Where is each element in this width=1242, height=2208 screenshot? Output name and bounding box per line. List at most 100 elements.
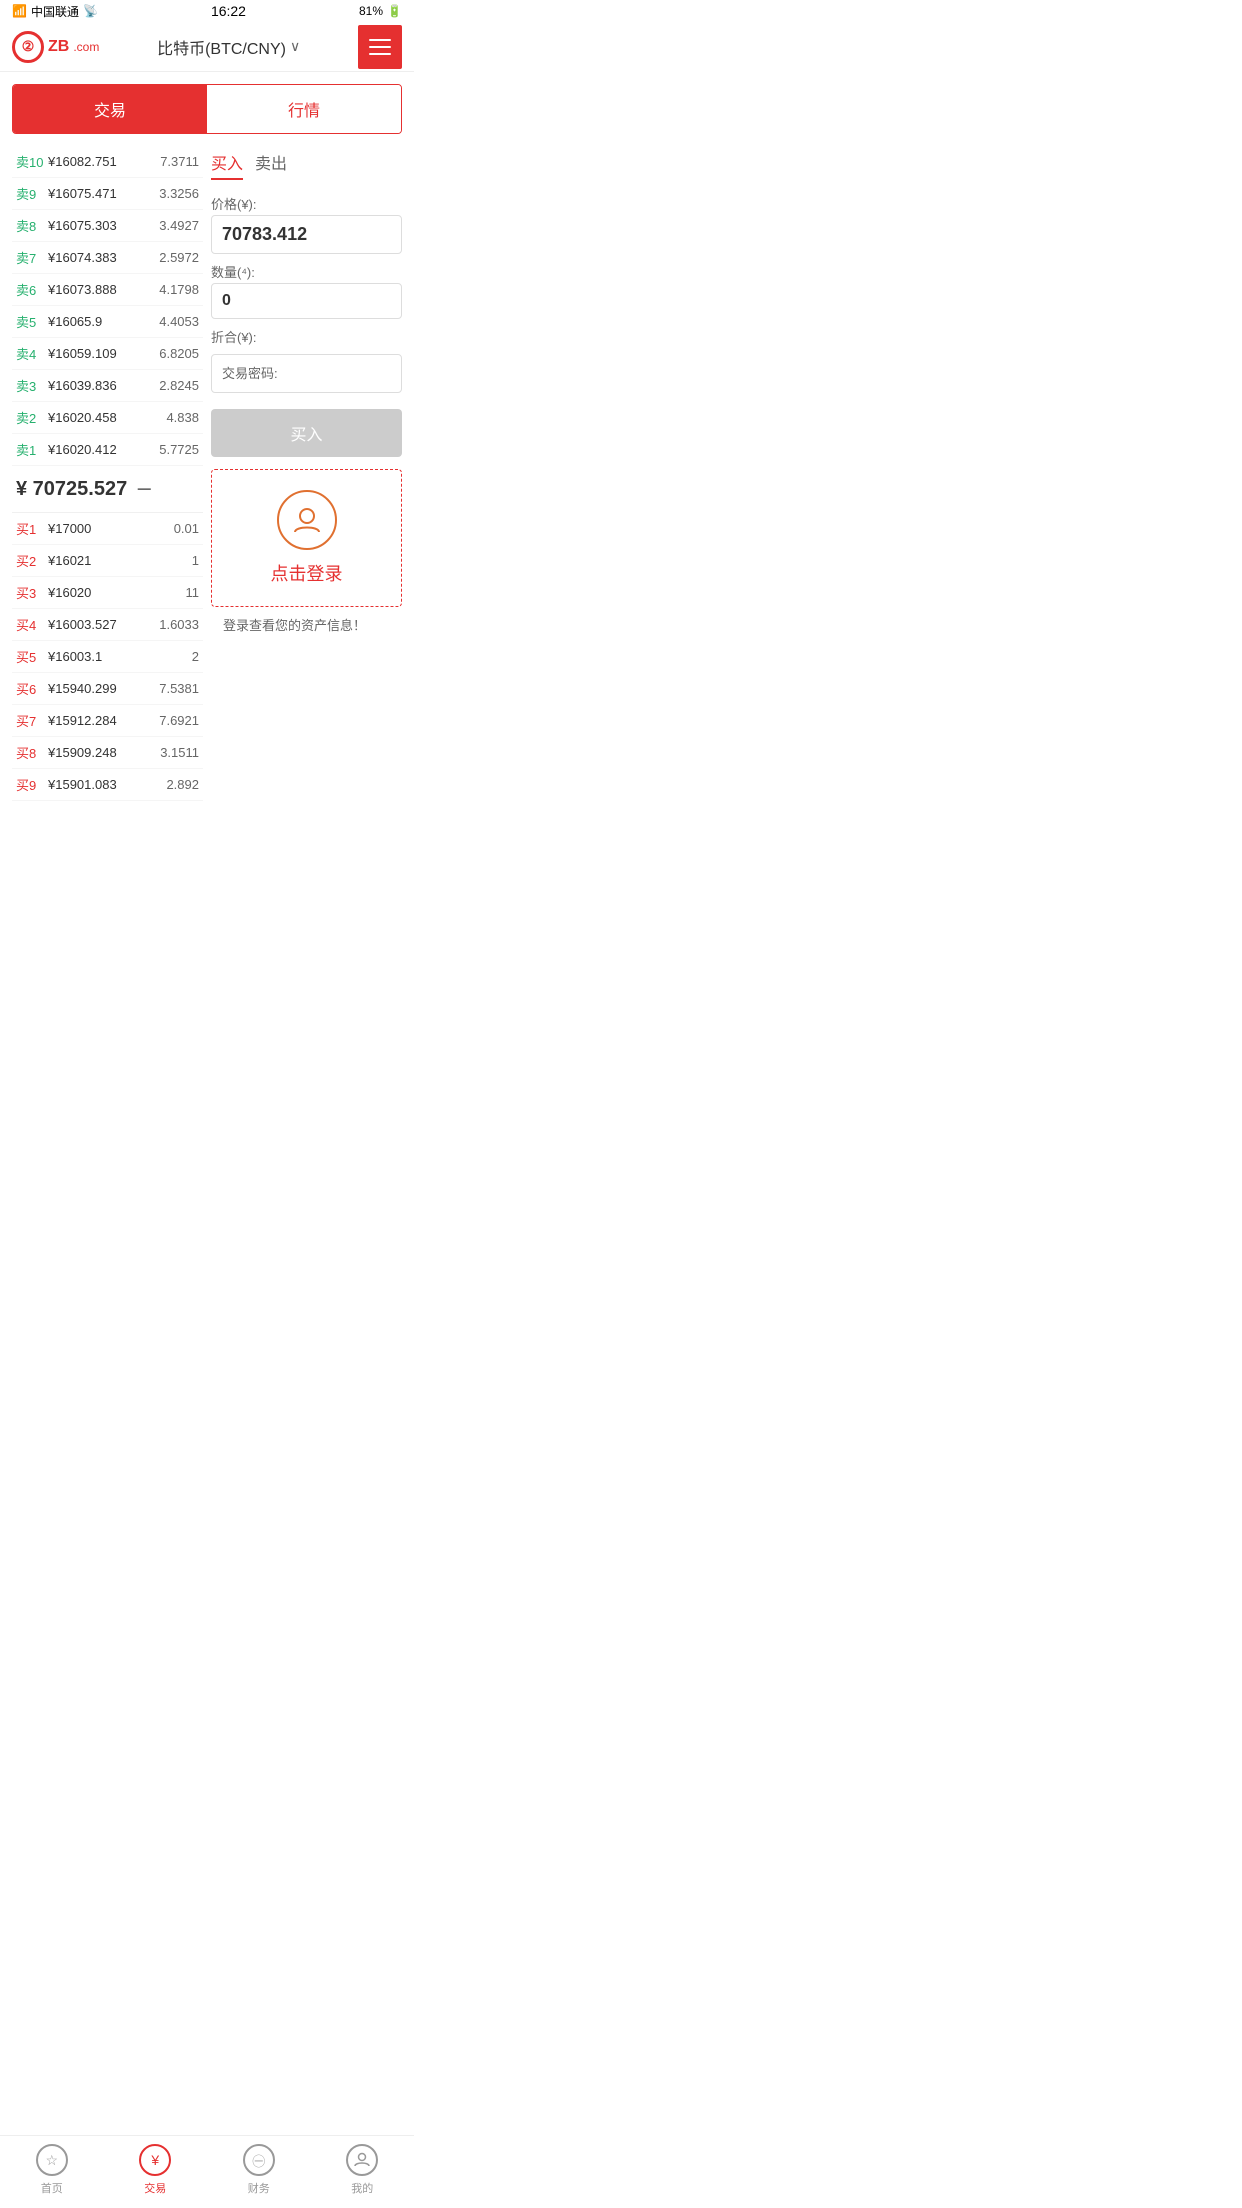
password-input[interactable]: 交易密码: [211, 354, 402, 393]
sell-order-row[interactable]: 卖2 ¥16020.458 4.838 [12, 402, 203, 434]
buy-order-row[interactable]: 买4 ¥16003.527 1.6033 [12, 609, 203, 641]
menu-line-3 [369, 53, 391, 55]
sell-label: 卖8 [16, 216, 44, 235]
buy-order-row[interactable]: 买3 ¥16020 11 [12, 577, 203, 609]
signal-icon: 📶 [12, 4, 27, 18]
home-icon: ☆ [36, 2144, 68, 2176]
sell-label: 卖2 [16, 408, 44, 427]
buy-qty: 7.6921 [159, 713, 199, 728]
buy-label: 买3 [16, 583, 44, 602]
sell-order-row[interactable]: 卖9 ¥16075.471 3.3256 [12, 178, 203, 210]
sell-order-row[interactable]: 卖10 ¥16082.751 7.3711 [12, 146, 203, 178]
price-label: 价格(¥): [211, 194, 402, 213]
password-label: 交易密码: [222, 363, 278, 382]
buy-qty: 0.01 [174, 521, 199, 536]
nav-home-label: 首页 [41, 2180, 63, 2196]
buy-order-row[interactable]: 买7 ¥15912.284 7.6921 [12, 705, 203, 737]
sell-qty: 7.3711 [160, 154, 199, 169]
buy-qty: 7.5381 [159, 681, 199, 696]
buy-qty: 3.1511 [160, 745, 199, 760]
sell-price: ¥16075.303 [44, 218, 159, 233]
price-value: 70783.412 [222, 224, 307, 245]
nav-finance-label: 财务 [248, 2180, 270, 2196]
buy-price: ¥16003.527 [44, 617, 159, 632]
buy-price: ¥17000 [44, 521, 174, 536]
header-title[interactable]: 比特币(BTC/CNY) ∨ [157, 35, 300, 59]
buy-label: 买8 [16, 743, 44, 762]
buy-price: ¥15909.248 [44, 745, 160, 760]
buy-qty: 2.892 [166, 777, 199, 792]
sell-order-row[interactable]: 卖1 ¥16020.412 5.7725 [12, 434, 203, 466]
buy-label: 买1 [16, 519, 44, 538]
main-content: 卖10 ¥16082.751 7.3711 卖9 ¥16075.471 3.32… [0, 146, 414, 801]
order-book: 卖10 ¥16082.751 7.3711 卖9 ¥16075.471 3.32… [12, 146, 203, 801]
logo: ② ZB .com [12, 31, 99, 63]
sell-price: ¥16074.383 [44, 250, 159, 265]
logo-domain: .com [73, 40, 99, 54]
buy-label: 买7 [16, 711, 44, 730]
battery-icon: 🔋 [387, 4, 402, 18]
sell-price: ¥16065.9 [44, 314, 159, 329]
password-field-row: 交易密码: [211, 354, 402, 393]
status-left: 📶 中国联通 📡 [12, 3, 98, 20]
qty-input[interactable]: 0 [211, 283, 402, 319]
sell-orders: 卖10 ¥16082.751 7.3711 卖9 ¥16075.471 3.32… [12, 146, 203, 466]
sell-order-row[interactable]: 卖3 ¥16039.836 2.8245 [12, 370, 203, 402]
buy-price: ¥16021 [44, 553, 192, 568]
price-input[interactable]: 70783.412 [211, 215, 402, 254]
tab-trade[interactable]: 交易 [13, 85, 207, 133]
buy-order-row[interactable]: 买5 ¥16003.1 2 [12, 641, 203, 673]
main-tab-bar: 交易 行情 [12, 84, 402, 134]
buy-order-row[interactable]: 买6 ¥15940.299 7.5381 [12, 673, 203, 705]
sell-label: 卖5 [16, 312, 44, 331]
nav-mine-label: 我的 [351, 2180, 373, 2196]
sell-price: ¥16082.751 [44, 154, 160, 169]
sell-qty: 3.4927 [159, 218, 199, 233]
nav-trade[interactable]: ¥ 交易 [139, 2144, 171, 2196]
nav-mine[interactable]: 我的 [346, 2144, 378, 2196]
sell-tab[interactable]: 卖出 [255, 150, 287, 180]
trade-panel: 买入 卖出 价格(¥): 70783.412 数量(⁴): 0 折合(¥): [211, 146, 402, 801]
sell-order-row[interactable]: 卖6 ¥16073.888 4.1798 [12, 274, 203, 306]
buy-price: ¥16020 [44, 585, 186, 600]
buy-order-row[interactable]: 买1 ¥17000 0.01 [12, 513, 203, 545]
nav-home[interactable]: ☆ 首页 [36, 2144, 68, 2196]
price-field-row: 价格(¥): 70783.412 [211, 194, 402, 254]
status-bar: 📶 中国联通 📡 16:22 81% 🔋 [0, 0, 414, 22]
tab-market[interactable]: 行情 [207, 85, 401, 133]
buy-label: 买9 [16, 775, 44, 794]
menu-button[interactable] [358, 25, 402, 69]
finance-icon: ㊀ [243, 2144, 275, 2176]
login-button[interactable]: 点击登录 [271, 560, 343, 586]
buy-button[interactable]: 买入 [211, 409, 402, 457]
sell-order-row[interactable]: 卖4 ¥16059.109 6.8205 [12, 338, 203, 370]
qty-label: 数量(⁴): [211, 262, 402, 281]
buy-order-row[interactable]: 买2 ¥16021 1 [12, 545, 203, 577]
sell-label: 卖4 [16, 344, 44, 363]
total-label: 折合(¥): [211, 327, 402, 346]
login-prompt[interactable]: 点击登录 [211, 469, 402, 607]
status-right: 81% 🔋 [359, 4, 402, 18]
price-direction-icon: － [135, 476, 153, 502]
buy-qty: 1 [192, 553, 199, 568]
mine-icon [346, 2144, 378, 2176]
bottom-nav: ☆ 首页 ¥ 交易 ㊀ 财务 我的 [0, 2135, 414, 2208]
buy-label: 买2 [16, 551, 44, 570]
buy-order-row[interactable]: 买9 ¥15901.083 2.892 [12, 769, 203, 801]
wifi-icon: 📡 [83, 4, 98, 18]
sell-qty: 4.1798 [159, 282, 199, 297]
buy-tab[interactable]: 买入 [211, 150, 243, 180]
sell-qty: 3.3256 [159, 186, 199, 201]
nav-finance[interactable]: ㊀ 财务 [243, 2144, 275, 2196]
sell-qty: 4.4053 [159, 314, 199, 329]
sell-price: ¥16073.888 [44, 282, 159, 297]
sell-order-row[interactable]: 卖8 ¥16075.303 3.4927 [12, 210, 203, 242]
chevron-down-icon: ∨ [290, 38, 300, 55]
sell-qty: 2.5972 [159, 250, 199, 265]
buy-order-row[interactable]: 买8 ¥15909.248 3.1511 [12, 737, 203, 769]
sell-order-row[interactable]: 卖7 ¥16074.383 2.5972 [12, 242, 203, 274]
sell-label: 卖9 [16, 184, 44, 203]
sell-order-row[interactable]: 卖5 ¥16065.9 4.4053 [12, 306, 203, 338]
sell-price: ¥16020.458 [44, 410, 166, 425]
battery-text: 81% [359, 4, 383, 18]
